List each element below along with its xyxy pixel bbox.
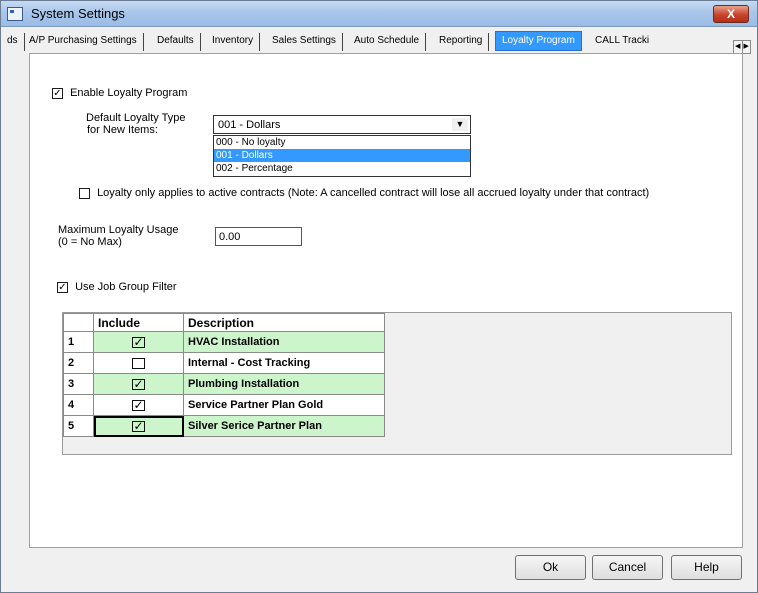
tab-inventory[interactable]: Inventory (206, 33, 261, 51)
loyalty-type-dropdown[interactable]: 000 - No loyalty 001 - Dollars 002 - Per… (213, 135, 471, 177)
description-cell[interactable]: Internal - Cost Tracking (183, 352, 385, 374)
default-type-label-line2: for New Items: (87, 124, 158, 136)
active-contracts-label: Loyalty only applies to active contracts… (97, 187, 650, 199)
title-bar: System Settings X (1, 1, 757, 27)
window-icon (7, 7, 23, 21)
job-group-filter-row[interactable]: ✓ Use Job Group Filter (57, 281, 177, 293)
description-cell[interactable]: Service Partner Plan Gold (183, 394, 385, 416)
tab-strip: ds A/P Purchasing Settings Defaults Inve… (1, 28, 757, 54)
close-button[interactable]: X (713, 5, 749, 23)
dropdown-option-dollars[interactable]: 001 - Dollars (214, 149, 470, 162)
chevron-left-icon[interactable]: ◀ (734, 41, 743, 53)
include-cell-focused[interactable]: ✓ (93, 415, 184, 437)
cancel-button[interactable]: Cancel (592, 555, 663, 580)
dropdown-option-percentage[interactable]: 002 - Percentage (214, 162, 470, 175)
max-usage-label-line2: (0 = No Max) (58, 236, 122, 248)
table-row[interactable]: 5 ✓ Silver Serice Partner Plan (63, 415, 385, 437)
default-type-label: Default Loyalty Type for New Items: (86, 112, 185, 136)
help-button[interactable]: Help (671, 555, 742, 580)
row-number: 5 (63, 415, 94, 437)
loyalty-program-page: ✓ Enable Loyalty Program Default Loyalty… (29, 53, 743, 548)
window-title: System Settings (31, 6, 125, 21)
description-cell[interactable]: Plumbing Installation (183, 373, 385, 395)
description-cell[interactable]: Silver Serice Partner Plan (183, 415, 385, 437)
include-cell[interactable]: ✓ (93, 331, 184, 353)
tab-partial-left[interactable]: ds (1, 33, 25, 51)
include-cell[interactable] (93, 352, 184, 374)
table-row[interactable]: 4 ✓ Service Partner Plan Gold (63, 394, 385, 416)
row-number: 3 (63, 373, 94, 395)
tab-ap-purchasing-settings[interactable]: A/P Purchasing Settings (23, 33, 144, 51)
column-header-include[interactable]: Include (93, 313, 184, 332)
tab-auto-schedule[interactable]: Auto Schedule (348, 33, 427, 51)
chevron-down-icon[interactable]: ▼ (452, 118, 468, 131)
active-contracts-row[interactable]: Loyalty only applies to active contracts… (79, 187, 649, 199)
table-row[interactable]: 1 ✓ HVAC Installation (63, 331, 385, 353)
tab-defaults[interactable]: Defaults (151, 33, 201, 51)
include-cell[interactable]: ✓ (93, 394, 184, 416)
table-row[interactable]: 2 Internal - Cost Tracking (63, 352, 385, 374)
include-checkbox[interactable]: ✓ (132, 378, 145, 390)
system-settings-window: System Settings X ds A/P Purchasing Sett… (0, 0, 758, 593)
default-loyalty-type-value: 001 - Dollars (218, 119, 281, 131)
table-header-row: Include Description (63, 313, 385, 332)
enable-loyalty-checkbox[interactable]: ✓ (52, 87, 63, 99)
tab-sales-settings[interactable]: Sales Settings (266, 33, 343, 51)
job-group-filter-checkbox[interactable]: ✓ (57, 281, 68, 293)
ok-button[interactable]: Ok (515, 555, 586, 580)
tab-loyalty-program[interactable]: Loyalty Program (495, 31, 582, 51)
include-cell[interactable]: ✓ (93, 373, 184, 395)
job-group-table: Include Description 1 ✓ HVAC Installatio… (63, 313, 385, 437)
max-loyalty-usage-input[interactable]: 0.00 (215, 227, 302, 246)
chevron-right-icon[interactable]: ▶ (743, 41, 751, 53)
row-number: 2 (63, 352, 94, 374)
enable-loyalty-label: Enable Loyalty Program (70, 87, 188, 99)
row-number: 4 (63, 394, 94, 416)
default-loyalty-type-select[interactable]: 001 - Dollars ▼ (213, 115, 471, 134)
enable-loyalty-row[interactable]: ✓ Enable Loyalty Program (52, 87, 187, 99)
max-usage-label-line1: Maximum Loyalty Usage (58, 224, 179, 236)
description-cell[interactable]: HVAC Installation (183, 331, 385, 353)
tab-reporting[interactable]: Reporting (433, 33, 490, 51)
job-group-filter-label: Use Job Group Filter (75, 281, 177, 293)
include-checkbox[interactable]: ✓ (132, 399, 145, 411)
include-checkbox[interactable]: ✓ (132, 336, 145, 348)
tab-scroll-arrows[interactable]: ◀ ▶ (733, 40, 751, 54)
row-number: 1 (63, 331, 94, 353)
max-usage-label: Maximum Loyalty Usage (0 = No Max) (58, 224, 178, 248)
job-group-grid[interactable]: Include Description 1 ✓ HVAC Installatio… (62, 312, 732, 455)
default-type-label-line1: Default Loyalty Type (86, 112, 186, 124)
tab-call-tracking[interactable]: CALL Tracki (589, 33, 655, 51)
active-contracts-checkbox[interactable] (79, 187, 90, 199)
column-header-description[interactable]: Description (183, 313, 385, 332)
include-checkbox[interactable]: ✓ (132, 420, 145, 432)
table-row[interactable]: 3 ✓ Plumbing Installation (63, 373, 385, 395)
include-checkbox[interactable] (132, 357, 145, 369)
column-header-num (63, 313, 94, 332)
dropdown-option-no-loyalty[interactable]: 000 - No loyalty (214, 136, 470, 149)
